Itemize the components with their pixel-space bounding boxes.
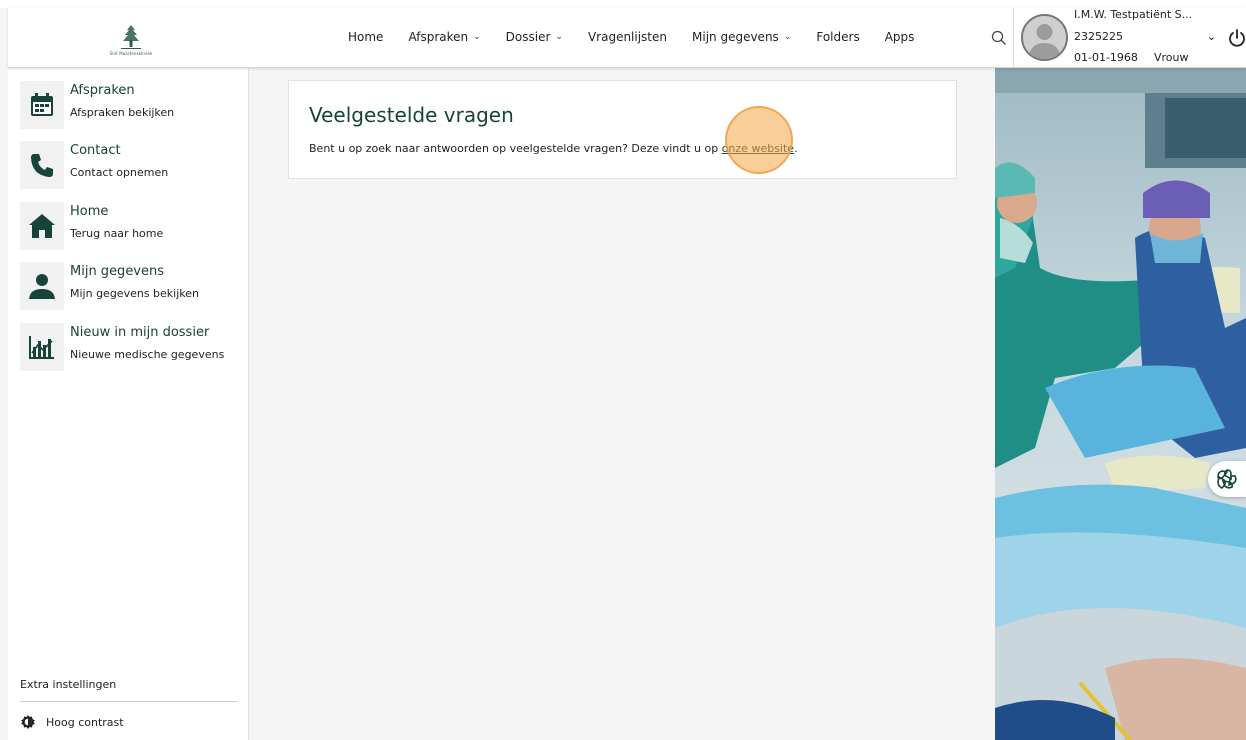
gender: Vrouw (1154, 51, 1189, 64)
contrast-icon (21, 715, 35, 729)
faq-text: Bent u op zoek naar antwoorden op veelge… (309, 142, 798, 155)
power-icon (1229, 29, 1245, 47)
nav-apps-label: Apps (884, 30, 915, 44)
sidebar-item-title: Nieuw in mijn dossier (70, 325, 210, 340)
chevron-down-icon: ⌄ (783, 32, 792, 42)
avatar (1021, 14, 1068, 61)
nav-dossier[interactable]: Dossier ⌄ (506, 30, 563, 44)
faq-text-after: . (794, 142, 798, 155)
logout-button[interactable] (1226, 27, 1246, 49)
search-icon (991, 30, 1006, 45)
page-title: Veelgestelde vragen (309, 103, 514, 127)
nav-mijn-gegevens[interactable]: Mijn gegevens ⌄ (692, 30, 791, 44)
sidebar-item-title: Afspraken (70, 83, 135, 98)
top-strip (0, 0, 1246, 8)
high-contrast-label: Hoog contrast (46, 715, 124, 729)
sidebar-item-nieuw-in-dossier[interactable]: Nieuw in mijn dossier Nieuwe medische ge… (20, 323, 245, 373)
high-contrast-toggle[interactable]: Hoog contrast (20, 714, 124, 730)
nav-apps[interactable]: Apps (885, 30, 915, 44)
sidebar-item-contact[interactable]: Contact Contact opnemen (20, 141, 245, 191)
nav-folders-label: Folders (816, 30, 860, 44)
chevron-down-icon: ⌄ (473, 32, 481, 42)
faq-card: Veelgestelde vragen Bent u op zoek naar … (288, 80, 957, 179)
nav-folders[interactable]: Folders (816, 30, 859, 44)
nav-vragenlijsten-label: Vragenlijsten (587, 30, 668, 44)
nav-afspraken[interactable]: Afspraken ⌄ (408, 30, 480, 44)
sidebar: Afspraken Afspraken bekijken Contact Con… (8, 68, 249, 740)
sidebar-item-home[interactable]: Home Terug naar home (20, 202, 245, 252)
tree-logo-icon (121, 25, 141, 49)
search-button[interactable] (990, 29, 1008, 47)
sidebar-item-subtitle: Mijn gegevens bekijken (70, 287, 199, 300)
person-icon (20, 262, 64, 310)
ai-assistant-icon (1217, 469, 1237, 489)
nav-vragenlijsten[interactable]: Vragenlijsten (588, 30, 667, 44)
logo-text: Sint Maartenskliniek (109, 51, 153, 56)
nav-afspraken-label: Afspraken (408, 30, 469, 44)
hero-photo (995, 68, 1246, 740)
sidebar-item-title: Contact (70, 143, 121, 158)
calendar-icon (20, 81, 64, 129)
extra-settings-label: Extra instellingen (20, 678, 117, 691)
logo[interactable]: Sint Maartenskliniek (103, 24, 159, 62)
user-name: I.M.W. Testpatiënt S... (1074, 8, 1193, 21)
nav-dossier-label: Dossier (505, 30, 551, 44)
divider (20, 701, 237, 702)
home-icon (20, 202, 64, 250)
chevron-down-icon[interactable]: ⌄ (1207, 30, 1216, 43)
sidebar-item-subtitle: Terug naar home (70, 227, 164, 240)
top-header: Sint Maartenskliniek Home Afspraken ⌄ Dos… (8, 8, 1246, 68)
user-menu[interactable]: I.M.W. Testpatiënt S... 2325225 01-01-19… (1013, 8, 1218, 68)
surgery-photo-image (995, 68, 1246, 740)
nav-home-label: Home (348, 30, 384, 44)
sidebar-item-subtitle: Nieuwe medische gegevens (70, 348, 225, 361)
birth-date: 01-01-1968 (1074, 51, 1138, 64)
sidebar-item-mijn-gegevens[interactable]: Mijn gegevens Mijn gegevens bekijken (20, 262, 245, 312)
main-nav: Home Afspraken ⌄ Dossier ⌄ Vragenlijsten M… (348, 30, 939, 44)
chart-icon (20, 323, 64, 371)
sidebar-item-afspraken[interactable]: Afspraken Afspraken bekijken (20, 81, 245, 131)
nav-home[interactable]: Home (348, 30, 383, 44)
assistant-button[interactable] (1208, 461, 1246, 497)
sidebar-item-subtitle: Afspraken bekijken (70, 106, 175, 119)
nav-mijn-gegevens-label: Mijn gegevens (692, 30, 779, 44)
patient-number: 2325225 (1074, 30, 1123, 43)
website-link[interactable]: onze website (722, 142, 794, 155)
chevron-down-icon: ⌄ (555, 32, 563, 42)
faq-text-before: Bent u op zoek naar antwoorden op veelge… (309, 142, 722, 155)
phone-icon (20, 141, 64, 189)
sidebar-item-title: Home (70, 204, 109, 219)
user-silhouette-icon (1023, 16, 1066, 59)
sidebar-item-title: Mijn gegevens (70, 264, 165, 279)
sidebar-item-subtitle: Contact opnemen (70, 166, 169, 179)
